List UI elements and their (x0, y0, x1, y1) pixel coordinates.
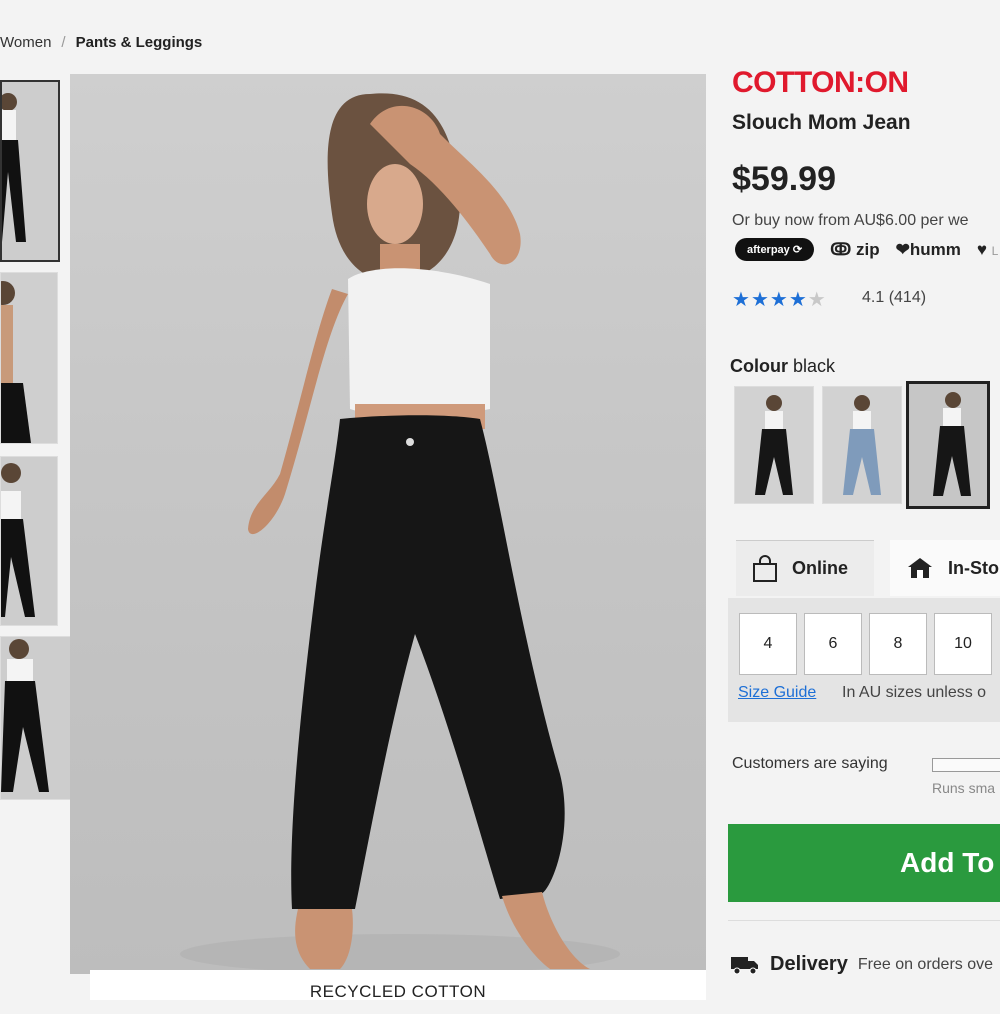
tab-online[interactable]: Online (736, 540, 874, 596)
thumbnail-2-image (1, 273, 57, 443)
heart-check-icon: ♥ (976, 239, 987, 259)
colour-swatch-3-selected[interactable] (906, 381, 990, 509)
breadcrumb-separator: / (61, 34, 66, 51)
divider (728, 920, 1000, 921)
tab-in-store-label: In-Sto (948, 557, 999, 578)
brand-logo[interactable]: COTTON:ON (732, 66, 909, 100)
shopping-bag-icon (753, 554, 777, 582)
zip-icon: ↂ (830, 239, 852, 259)
breadcrumb-current[interactable]: Pants & Leggings (76, 34, 203, 51)
truck-icon (731, 956, 758, 974)
size-button-4[interactable]: 4 (739, 613, 797, 675)
size-button-6[interactable]: 6 (804, 613, 862, 675)
colour-value: black (793, 356, 836, 376)
delivery-text: Free on orders ove (857, 955, 994, 973)
main-product-image[interactable] (70, 74, 706, 974)
zip-logo[interactable]: ↂ zip (830, 240, 880, 260)
thumbnail-1-image (2, 82, 58, 260)
size-note: In AU sizes unless o (842, 684, 987, 701)
humm-logo[interactable]: ❤humm (896, 240, 961, 260)
colour-swatch-2[interactable] (822, 386, 902, 504)
tab-in-store[interactable]: In-Sto (890, 540, 1000, 596)
colour-heading: Colour (730, 356, 788, 376)
store-icon (908, 558, 932, 578)
swatch-3-image (909, 384, 987, 506)
tab-online-label: Online (792, 558, 849, 578)
humm-icon: ❤ (895, 239, 910, 259)
star-icon: ★ (732, 289, 751, 311)
add-to-bag-button[interactable]: Add To (728, 824, 1000, 902)
delivery-label: Delivery (770, 953, 848, 975)
size-guide-link[interactable]: Size Guide (738, 684, 816, 702)
thumbnail-4[interactable] (0, 636, 74, 800)
payment-options: afterpay ⟳ ↂ zip ❤humm ♥ L (735, 238, 998, 261)
buy-now-pay-later-text: Or buy now from AU$6.00 per we (732, 212, 969, 229)
star-empty-icon: ★ (807, 289, 827, 311)
thumbnail-3-image (1, 457, 57, 625)
customers-saying-label: Customers are saying (732, 755, 888, 772)
thumbnail-2[interactable] (0, 272, 58, 444)
size-button-8[interactable]: 8 (869, 613, 927, 675)
thumbnail-1[interactable] (0, 80, 60, 262)
model-illustration (180, 93, 620, 974)
star-icon: ★ (769, 289, 789, 311)
runs-small-label: Runs sma (932, 780, 996, 796)
delivery-row[interactable]: Delivery Free on orders ove (730, 953, 993, 976)
star-rating[interactable]: ★★★★★ (732, 287, 827, 312)
image-caption: RECYCLED COTTON (90, 970, 706, 1001)
thumbnail-3[interactable] (0, 456, 58, 626)
colour-swatch-1[interactable] (734, 386, 814, 504)
product-title: Slouch Mom Jean (732, 111, 911, 134)
breadcrumb: Women / Pants & Leggings (0, 34, 202, 51)
thumbnail-4-image (1, 637, 73, 799)
star-icon: ★ (788, 289, 808, 311)
fit-meter (932, 758, 1000, 772)
size-button-10[interactable]: 10 (934, 613, 992, 675)
latitude-logo[interactable]: ♥ L (977, 240, 999, 260)
colour-label: Colour black (730, 356, 835, 377)
rating-text[interactable]: 4.1 (414) (862, 289, 926, 307)
swatch-2-image (823, 387, 901, 503)
swatch-1-image (735, 387, 813, 503)
star-icon: ★ (750, 289, 770, 311)
afterpay-logo[interactable]: afterpay ⟳ (735, 238, 815, 261)
breadcrumb-women-link[interactable]: Women (0, 34, 51, 51)
product-price: $59.99 (732, 160, 836, 198)
